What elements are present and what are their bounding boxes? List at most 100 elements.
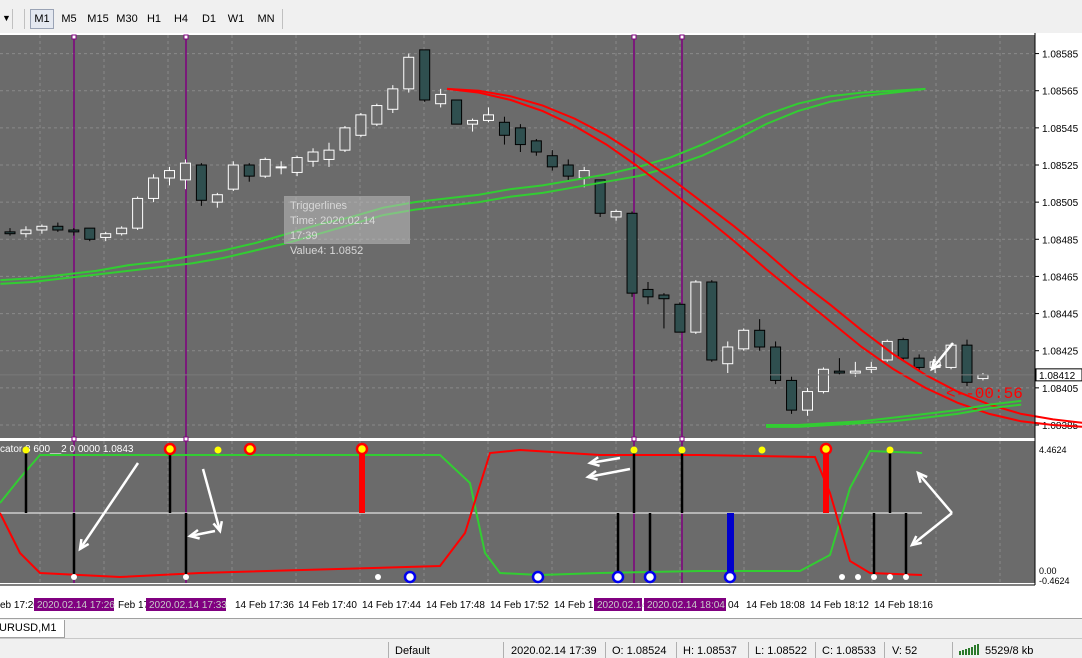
status-high: H: 1.08537 xyxy=(683,645,737,657)
candle-body xyxy=(546,155,558,168)
chart-tab-eurusd[interactable]: URUSD,M1 xyxy=(0,620,66,638)
timeframe-button-h4[interactable]: H4 xyxy=(171,9,191,29)
price-label: 1.08565 xyxy=(1042,87,1079,98)
hover-tooltip: Triggerlines Time: 2020.02.14 17:39 Valu… xyxy=(284,196,410,257)
candle-body xyxy=(68,229,80,233)
indicator-scale-zero: 0.00 xyxy=(1039,566,1057,576)
candle-body xyxy=(498,121,510,136)
indicator-white-dot xyxy=(855,574,861,580)
indicator-white-dot xyxy=(71,574,77,580)
toolbar-separator xyxy=(24,9,25,29)
candle-body xyxy=(738,329,750,350)
timeframe-button-d1[interactable]: D1 xyxy=(199,9,219,29)
time-marker-handle[interactable] xyxy=(183,34,189,40)
time-label: 14 Feb 17:36 xyxy=(235,600,294,611)
indicator-white-dot xyxy=(871,574,877,580)
time-marker-handle[interactable] xyxy=(631,436,637,442)
main-plot-background xyxy=(0,35,1035,438)
time-marker-handle[interactable] xyxy=(183,436,189,442)
candle-body xyxy=(594,179,606,214)
indicator-red-ring-dot xyxy=(819,442,833,456)
status-separator xyxy=(388,642,389,658)
candle-body xyxy=(754,329,766,348)
indicator-blue-ring-dot xyxy=(531,570,545,584)
timeframe-button-m5[interactable]: M5 xyxy=(58,9,80,29)
time-label: 14 Feb 18:12 xyxy=(810,600,869,611)
time-marker-handle[interactable] xyxy=(631,34,637,40)
candle-body xyxy=(849,370,861,374)
status-separator xyxy=(503,642,504,658)
timeframe-button-m15[interactable]: M15 xyxy=(85,9,111,29)
indicator-white-dot xyxy=(903,574,909,580)
candle-body xyxy=(562,164,574,177)
indicator-yellow-dot xyxy=(758,446,766,454)
price-label: 1.08425 xyxy=(1042,347,1079,358)
candle-body xyxy=(435,93,447,105)
indicator-yellow-dot xyxy=(214,446,222,454)
status-volume: V: 52 xyxy=(892,645,918,657)
indicator-red-ring-dot xyxy=(243,442,257,456)
bar-countdown: <--00:56 xyxy=(946,385,1023,403)
timeframe-button-m30[interactable]: M30 xyxy=(114,9,140,29)
price-label: 1.08505 xyxy=(1042,198,1079,209)
status-low: L: 1.08522 xyxy=(755,645,807,657)
time-marker-label: 2020.02.14 17:33 xyxy=(149,600,227,611)
time-label: Feb 17 xyxy=(118,600,150,611)
status-separator xyxy=(605,642,606,658)
indicator-blue-bar xyxy=(727,513,734,577)
price-label: 1.08485 xyxy=(1042,235,1079,246)
candle-body xyxy=(706,281,718,361)
price-label: 1.08585 xyxy=(1042,50,1079,61)
candle-body xyxy=(323,149,335,160)
chart-window[interactable]: 1.08585 1.08565 1.08545 1.08525 1.08505 1.084… xyxy=(0,33,1082,618)
candle-body xyxy=(275,166,287,169)
indicator-plot-background xyxy=(0,441,1035,583)
candle-body xyxy=(403,56,415,90)
timeframe-button-m1[interactable]: M1 xyxy=(30,9,54,29)
time-marker-label: 2020.02.14 xyxy=(597,600,647,611)
timeframe-button-h1[interactable]: H1 xyxy=(144,9,164,29)
candle-body xyxy=(259,158,271,177)
time-label: 04 xyxy=(728,600,740,611)
candle-body xyxy=(195,164,207,201)
indicator-title: cator 8 600__2 0 0000 1.0843 xyxy=(0,444,134,455)
indicator-scale-top: 4.4624 xyxy=(1039,445,1067,455)
candle-body xyxy=(100,233,112,238)
time-label: eb 17:20 xyxy=(0,600,39,611)
indicator-blue-ring-dot xyxy=(403,570,417,584)
time-marker-handle[interactable] xyxy=(71,436,77,442)
time-marker-handle[interactable] xyxy=(71,34,77,40)
time-label: 14 Feb 18:16 xyxy=(874,600,933,611)
candle-body xyxy=(36,225,48,231)
price-chart[interactable]: 1.08585 1.08565 1.08545 1.08525 1.08505 1.084… xyxy=(0,33,1082,618)
candle-body xyxy=(786,379,798,411)
candle-body xyxy=(227,164,239,190)
status-separator xyxy=(952,642,953,658)
candle-body xyxy=(865,366,877,370)
indicator-scale-bottom: -0.4624 xyxy=(1039,576,1070,586)
time-label: 14 Feb 18:08 xyxy=(746,600,805,611)
candle-body xyxy=(674,303,686,333)
candle-body xyxy=(913,357,925,368)
candle-body xyxy=(817,368,829,393)
time-label: 14 Feb 17:48 xyxy=(426,600,485,611)
candle-body xyxy=(467,119,479,125)
candle-body xyxy=(658,294,670,300)
timeframe-button-w1[interactable]: W1 xyxy=(226,9,246,29)
time-marker-handle[interactable] xyxy=(679,436,685,442)
chevron-down-icon[interactable]: ▼ xyxy=(2,13,11,23)
timeframe-button-mn[interactable]: MN xyxy=(255,9,277,29)
time-label: 14 Feb 17:52 xyxy=(490,600,549,611)
candle-body xyxy=(307,151,319,162)
candle-body xyxy=(833,370,845,374)
time-label: 14 Feb 17:44 xyxy=(362,600,421,611)
time-label: 14 Feb 17 xyxy=(554,600,599,611)
indicator-red-bar xyxy=(359,448,365,513)
indicator-yellow-dot xyxy=(22,446,30,454)
candle-body xyxy=(690,281,702,333)
indicator-red-bar xyxy=(823,448,829,513)
candle-body xyxy=(770,346,782,381)
status-open: O: 1.08524 xyxy=(612,645,667,657)
candle-body xyxy=(961,344,973,383)
time-marker-handle[interactable] xyxy=(679,34,685,40)
